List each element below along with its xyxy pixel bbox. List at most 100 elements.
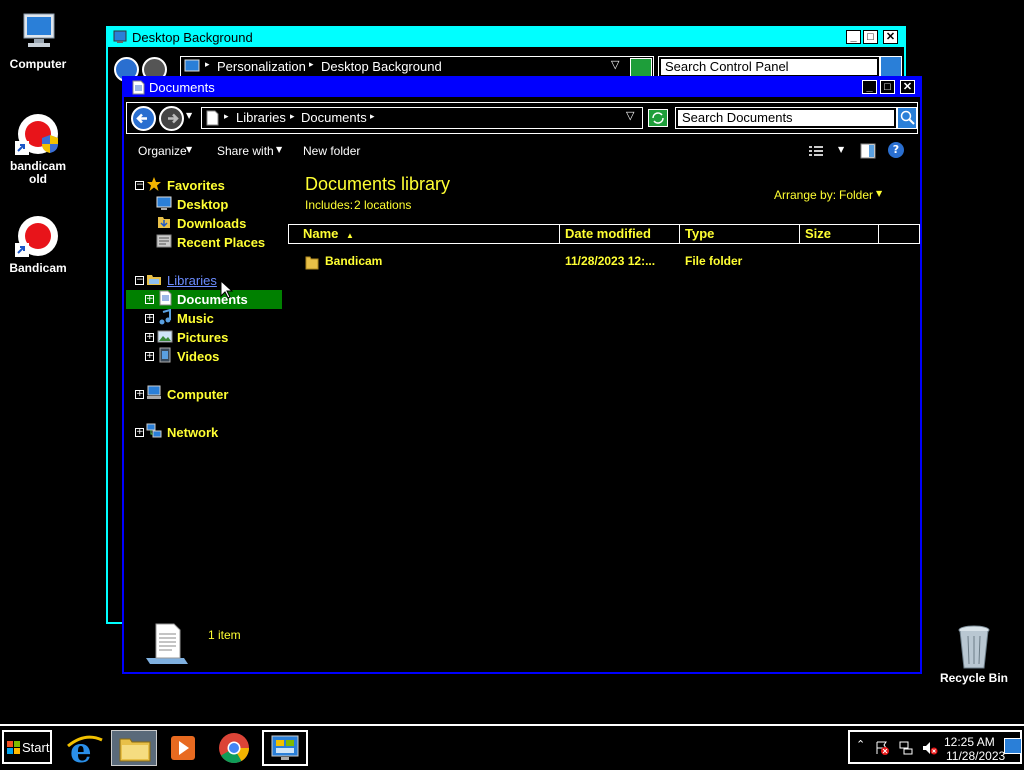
collapse-icon[interactable]: − — [135, 181, 144, 190]
show-desktop-button[interactable] — [1004, 738, 1022, 754]
tree-favorites[interactable]: Favorites — [167, 176, 225, 195]
show-hidden-icons-icon[interactable]: ⌃ — [856, 738, 865, 751]
expand-icon[interactable]: + — [145, 314, 154, 323]
column-label: Name — [303, 226, 339, 241]
tree-computer[interactable]: Computer — [167, 385, 228, 404]
column-header-date-modified[interactable]: Date modified — [559, 224, 680, 244]
address-bar[interactable]: ▸ Personalization ▸ Desktop Background ▽ — [180, 56, 654, 78]
column-header-name[interactable]: Name ▲ — [288, 224, 560, 244]
collapse-icon[interactable]: − — [135, 276, 144, 285]
column-headers: Name ▲ Date modified Type Size — [288, 224, 920, 244]
search-icon[interactable] — [880, 56, 902, 78]
breadcrumb-desktop-background[interactable]: Desktop Background — [321, 59, 442, 74]
tree-libraries[interactable]: Libraries — [167, 271, 217, 290]
breadcrumb-arrow-icon: ▸ — [205, 59, 210, 69]
forward-button[interactable] — [159, 106, 184, 131]
help-icon[interactable]: ? — [888, 142, 904, 158]
taskbar-internet-explorer[interactable]: e — [62, 730, 108, 770]
address-bar[interactable]: ▸ Libraries ▸ Documents ▸ ▽ — [201, 107, 643, 129]
media-player-icon — [171, 736, 195, 760]
tree-network[interactable]: Network — [167, 423, 218, 442]
folder-icon — [119, 738, 151, 762]
search-icon[interactable] — [897, 107, 917, 129]
desktop-icon-bandicam[interactable]: Bandicam — [0, 214, 76, 275]
desktop-icon-bandicam-old[interactable]: bandicam old — [0, 112, 76, 186]
share-with-button[interactable]: Share with — [217, 144, 274, 158]
file-type: File folder — [685, 254, 743, 268]
address-dropdown-icon[interactable]: ▽ — [626, 109, 634, 122]
clock-date[interactable]: 11/28/2023 — [946, 749, 1005, 763]
expand-icon[interactable]: + — [135, 390, 144, 399]
breadcrumb-arrow-icon[interactable]: ▸ — [290, 111, 295, 122]
close-button[interactable]: ✕ — [883, 30, 898, 44]
share-with-dropdown-icon[interactable]: ▼ — [276, 145, 282, 154]
breadcrumb-arrow-icon[interactable]: ▸ — [370, 111, 375, 122]
tree-downloads[interactable]: Downloads — [177, 214, 246, 233]
recycle-bin-icon — [952, 624, 996, 669]
documents-icon — [132, 80, 145, 95]
search-box[interactable]: Search Documents — [675, 107, 897, 129]
expand-icon[interactable]: + — [145, 295, 154, 304]
search-input[interactable]: Search Control Panel — [661, 59, 877, 75]
library-title: Documents library — [305, 174, 451, 194]
view-dropdown-icon[interactable]: ▼ — [838, 145, 844, 154]
breadcrumb-arrow-icon[interactable]: ▸ — [224, 111, 229, 122]
taskbar: Start e ⌃ 12:25 AM 11/28/2023 — [0, 724, 1024, 770]
taskbar-windows-explorer[interactable] — [111, 730, 157, 766]
network-status-icon[interactable] — [898, 740, 914, 756]
recent-places-icon — [156, 234, 172, 248]
tree-recent-places[interactable]: Recent Places — [177, 233, 265, 252]
back-button[interactable] — [131, 106, 156, 131]
column-header-type[interactable]: Type — [679, 224, 800, 244]
minimize-button[interactable]: _ — [862, 80, 877, 94]
organize-dropdown-icon[interactable]: ▼ — [186, 145, 192, 154]
new-folder-button[interactable]: New folder — [303, 144, 360, 158]
organize-button[interactable]: Organize — [138, 144, 187, 158]
tree-desktop[interactable]: Desktop — [177, 195, 228, 214]
title-bar[interactable]: Desktop Background _ □ ✕ — [108, 28, 904, 47]
column-label: Type — [685, 226, 715, 241]
arrange-by-label: Arrange by: — [774, 188, 837, 202]
refresh-icon[interactable] — [648, 109, 668, 127]
includes-locations-link[interactable]: 2 locations — [354, 198, 411, 212]
view-options-icon[interactable] — [808, 144, 824, 158]
expand-icon[interactable]: + — [145, 333, 154, 342]
desktop-icon-label: Computer — [9, 57, 67, 71]
search-input[interactable]: Search Documents — [678, 110, 894, 126]
address-dropdown-icon[interactable]: ▽ — [611, 58, 619, 71]
breadcrumb-documents[interactable]: Documents — [301, 110, 367, 125]
minimize-button[interactable]: _ — [846, 30, 861, 44]
control-panel-icon — [184, 59, 200, 72]
search-box[interactable]: Search Control Panel — [658, 56, 880, 78]
preview-pane-icon[interactable] — [860, 143, 876, 159]
tree-music[interactable]: Music — [177, 309, 214, 328]
file-row[interactable]: Bandicam 11/28/2023 12:... File folder — [288, 250, 920, 272]
tree-documents[interactable]: Documents — [177, 290, 248, 309]
taskbar-control-panel[interactable] — [262, 730, 308, 766]
refresh-icon[interactable] — [630, 58, 652, 78]
volume-muted-icon[interactable] — [922, 740, 938, 756]
expand-icon[interactable]: + — [135, 428, 144, 437]
title-bar[interactable]: Documents _ □ ✕ — [124, 78, 920, 97]
desktop-icon-computer[interactable]: Computer — [0, 10, 76, 71]
arrange-dropdown-icon[interactable]: ▼ — [876, 189, 882, 198]
expand-icon[interactable]: + — [145, 352, 154, 361]
sort-ascending-icon: ▲ — [346, 231, 354, 240]
tree-pictures[interactable]: Pictures — [177, 328, 228, 347]
taskbar-media-player[interactable] — [160, 730, 206, 766]
start-button[interactable]: Start — [2, 730, 52, 764]
clock-time[interactable]: 12:25 AM — [944, 735, 995, 749]
breadcrumb-libraries[interactable]: Libraries — [236, 110, 286, 125]
desktop-icon-recycle-bin[interactable]: Recycle Bin — [936, 624, 1012, 685]
taskbar-chrome[interactable] — [211, 730, 257, 766]
documents-window[interactable]: Documents _ □ ✕ ▼ ▸ Libraries ▸ Document… — [122, 76, 922, 674]
breadcrumb-personalization[interactable]: Personalization — [217, 59, 306, 74]
recent-pages-dropdown-icon[interactable]: ▼ — [186, 111, 192, 120]
action-center-icon[interactable] — [874, 740, 890, 756]
arrange-by-value[interactable]: Folder — [839, 188, 873, 202]
close-button[interactable]: ✕ — [900, 80, 915, 94]
maximize-button[interactable]: □ — [863, 30, 878, 44]
column-header-size[interactable]: Size — [799, 224, 879, 244]
maximize-button[interactable]: □ — [880, 80, 895, 94]
tree-videos[interactable]: Videos — [177, 347, 219, 366]
